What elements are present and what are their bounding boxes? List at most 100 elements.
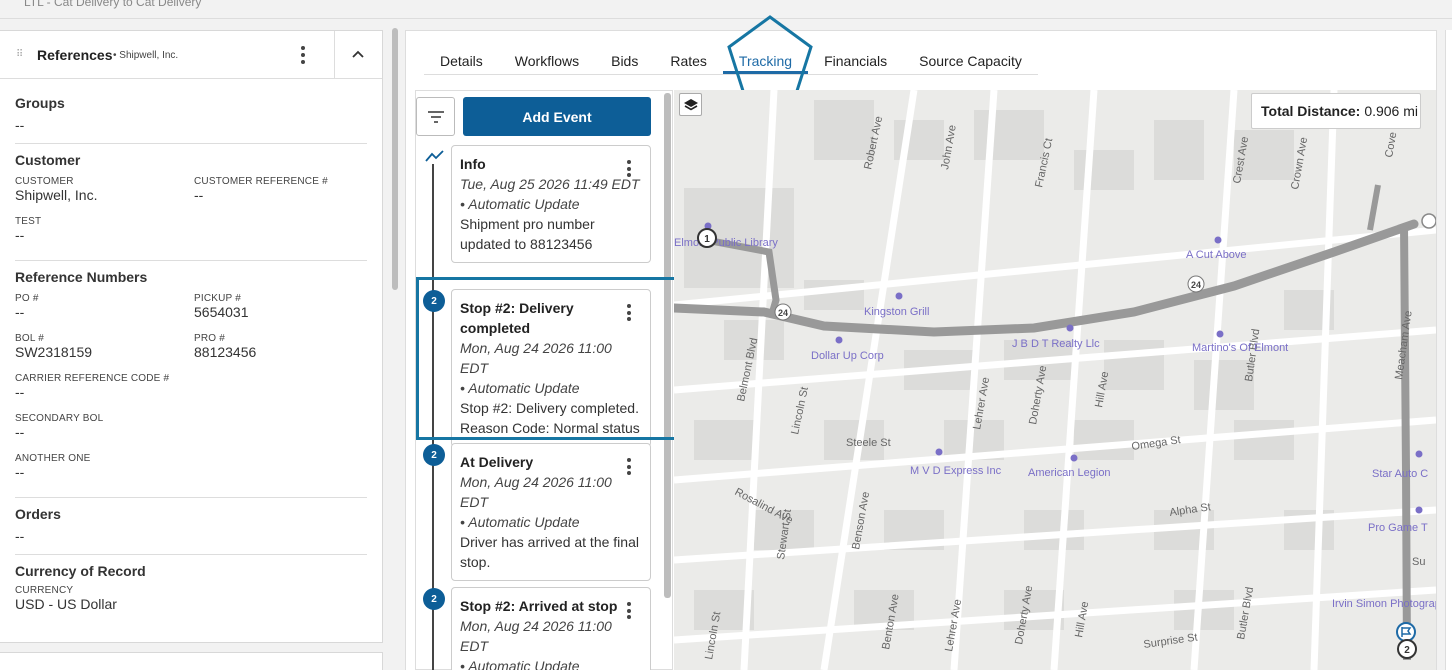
stop-1-marker[interactable]: 1 [697,228,717,248]
poi-label: Dollar Up Corp [811,350,884,362]
poi-label: American Legion [1028,467,1111,479]
customer-title: Customer [15,152,81,168]
more-vertical-icon[interactable] [626,160,632,177]
event-source: • Automatic Update [460,658,580,670]
total-distance-box: Total Distance: 0.906 mi [1251,93,1421,129]
field-label: SECONDARY BOL [15,413,104,424]
tab-source-capacity[interactable]: Source Capacity [903,43,1038,74]
route-shield-label: 24 [1191,280,1201,290]
layers-icon [683,98,698,110]
poi-label: Pro Game T [1368,522,1428,534]
tab-rates[interactable]: Rates [654,43,723,74]
orders-section: Orders -- [15,506,367,555]
event-date: Mon, Aug 24 2026 11:00 EDT [460,340,612,376]
street-label: Meacham Ave [1393,310,1415,381]
field-value: -- [194,187,204,203]
poi-label: Martino's Of Elmont [1192,342,1288,354]
field-value: -- [15,304,25,320]
groups-value: -- [15,117,25,133]
street-label: Surprise St [1143,632,1199,651]
event-date: Mon, Aug 24 2026 11:00 EDT [460,474,612,510]
field-value: -- [15,464,25,480]
field-label: BOL # [15,333,44,344]
header-divider [0,18,1452,19]
more-vertical-icon[interactable] [626,458,632,475]
drag-handle-icon[interactable]: ⠿ [16,49,23,60]
total-distance-label: Total Distance: [1261,103,1361,119]
field-value: USD - US Dollar [15,596,117,612]
event-date: Mon, Aug 24 2026 11:00 EDT [460,618,612,654]
breadcrumb: LTL - Cat Delivery to Cat Delivery [24,0,202,9]
stop-badge: 2 [423,588,445,610]
field-label: CUSTOMER [15,176,74,187]
map-canvas: Robert Ave John Ave Francis Ct Crest Ave… [674,90,1436,670]
stop-number: 2 [1404,645,1410,656]
event-description: Shipment pro number updated to 88123456 [460,216,595,252]
currency-section: Currency of Record CURRENCY USD - US Dol… [15,563,367,622]
total-distance-value: 0.906 mi [1364,103,1419,119]
field-label: PRO # [194,333,226,344]
references-title: References [37,47,113,63]
poi-label: Elmont Public Library [674,237,778,249]
layers-button[interactable] [679,93,702,116]
next-panel [0,652,383,670]
filter-button[interactable] [416,97,455,136]
stop-2-marker[interactable]: 2 [1396,622,1417,659]
poi-label: Irvin Simon Photographers [1332,598,1436,610]
references-subtitle: • Shipwell, Inc. [113,50,179,61]
left-scrollbar[interactable] [392,28,398,290]
tab-workflows[interactable]: Workflows [499,43,595,74]
more-vertical-icon[interactable] [626,304,632,321]
event-card-delivery-completed[interactable]: Stop #2: Delivery completed Mon, Aug 24 … [451,289,651,447]
references-more-icon[interactable] [296,45,310,65]
street-label: Butler Blvd [1235,586,1256,640]
field-label: CARRIER REFERENCE CODE # [15,373,170,384]
customer-section: Customer CUSTOMER Shipwell, Inc. CUSTOMER… [15,152,367,261]
street-label: Hill Ave [1073,601,1091,639]
event-title: Stop #2: Arrived at stop [460,598,618,614]
header-divider-vertical [334,31,335,79]
tab-details[interactable]: Details [424,43,499,74]
trend-icon [425,150,444,162]
events-scrollbar[interactable] [664,93,671,598]
stop-number: 1 [704,234,710,245]
street-label: Omega St [1131,434,1182,453]
poi-label: Kingston Grill [864,306,929,318]
event-title: At Delivery [460,454,534,470]
event-card-at-delivery[interactable]: At Delivery Mon, Aug 24 2026 11:00 EDT •… [451,443,651,581]
right-panel-edge [1445,30,1452,670]
field-value: Shipwell, Inc. [15,187,98,203]
currency-title: Currency of Record [15,563,146,579]
groups-section: Groups -- [15,95,367,144]
street-label: Lincoln St [789,386,811,436]
field-label: PO # [15,293,39,304]
field-value: SW2318159 [15,344,93,360]
poi-label: M V D Express Inc [910,465,1002,477]
field-label: ANOTHER ONE [15,453,91,464]
references-panel: ⠿ References • Shipwell, Inc. Groups -- … [0,30,383,643]
orders-value: -- [15,528,25,544]
add-event-button[interactable]: Add Event [463,97,651,136]
event-card-info[interactable]: Info Tue, Aug 25 2026 11:49 EDT • Automa… [451,145,651,263]
street-label: Butler Blvd [1243,328,1262,382]
tracking-map[interactable]: Robert Ave John Ave Francis Ct Crest Ave… [674,90,1436,670]
field-label: CUSTOMER REFERENCE # [194,176,328,187]
poi-label: A Cut Above [1186,249,1247,261]
chevron-up-icon[interactable] [352,49,364,61]
route-24-shield: 24 [774,303,792,321]
tab-financials[interactable]: Financials [808,43,903,74]
more-vertical-icon[interactable] [626,602,632,619]
event-card-arrived-at-stop[interactable]: Stop #2: Arrived at stop Mon, Aug 24 202… [451,587,651,670]
event-source: • Automatic Update [460,514,580,530]
references-header: ⠿ References • Shipwell, Inc. [0,31,382,79]
reference-numbers-title: Reference Numbers [15,269,148,285]
filter-icon [427,110,444,123]
tab-tracking[interactable]: Tracking [722,43,809,74]
field-value: 5654031 [194,304,249,320]
event-source: • Automatic Update [460,196,580,212]
field-value: -- [15,384,25,400]
route-shield-label: 24 [778,308,788,318]
field-label: PICKUP # [194,293,241,304]
field-label: TEST [15,216,42,227]
tab-bids[interactable]: Bids [595,43,654,74]
